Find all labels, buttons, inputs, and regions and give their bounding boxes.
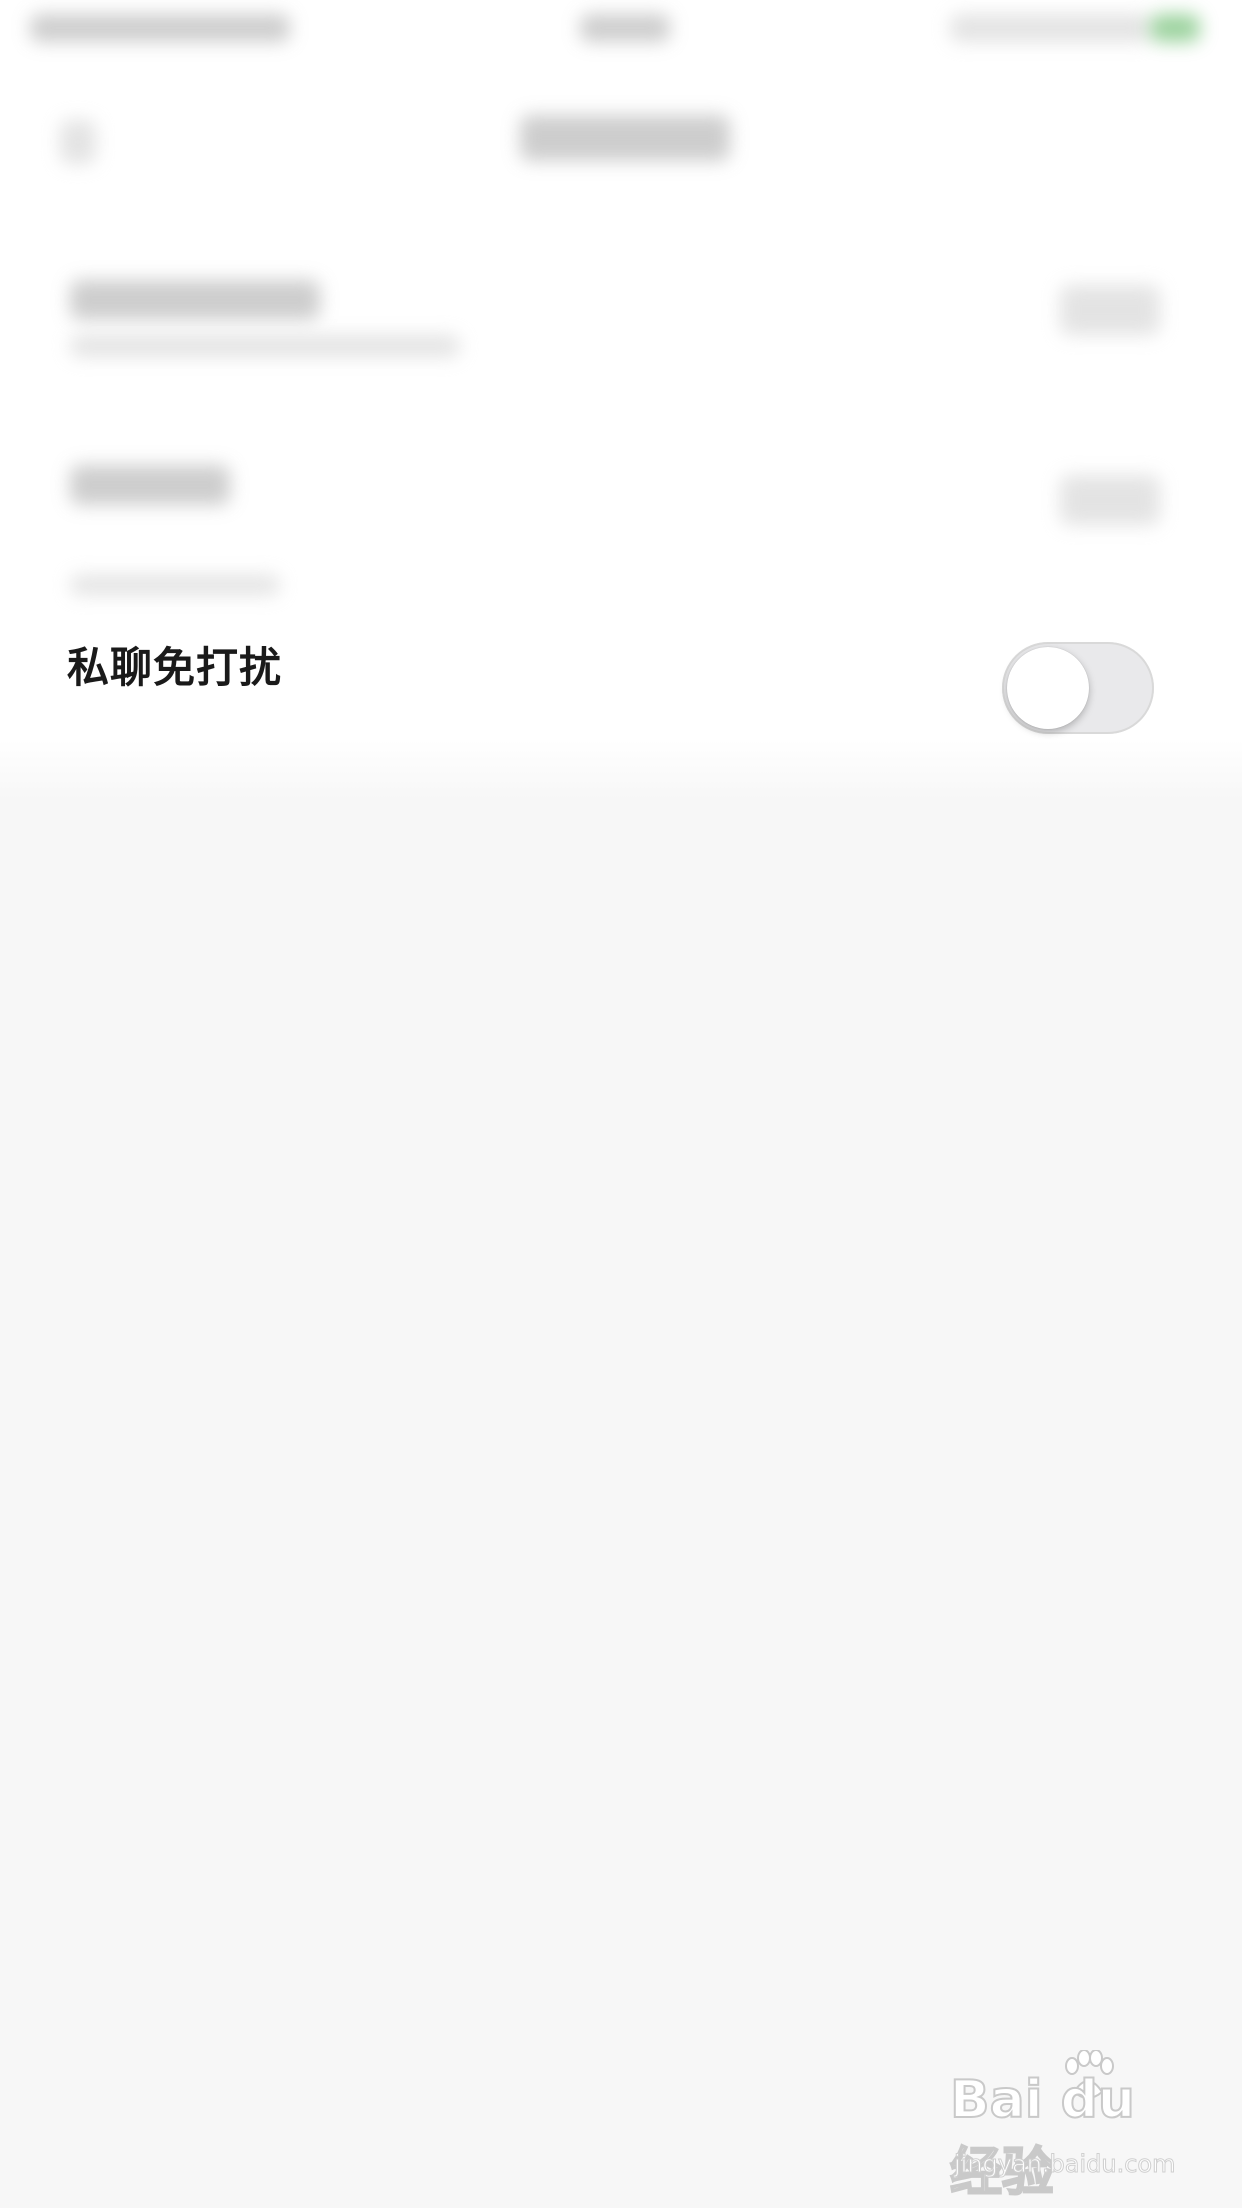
baidu-jingyan-watermark: Bai du 经验 jingyan.baidu.com: [949, 2050, 1180, 2204]
status-bar-carrier-blurred: [30, 14, 290, 42]
settings-panel: 私聊免打扰: [0, 0, 1242, 790]
setting-row-1-control-blurred[interactable]: [1060, 285, 1160, 335]
status-bar-right-blurred: [950, 14, 1150, 42]
watermark-logo: Bai du 经验: [949, 2069, 1136, 2204]
status-bar-time-blurred: [580, 14, 670, 42]
setting-row-2-control-blurred[interactable]: [1060, 475, 1160, 525]
setting-row-1-subtitle-blurred: [70, 335, 460, 357]
panel-divider: [0, 740, 1242, 800]
private-chat-dnd-toggle[interactable]: [1002, 642, 1154, 734]
setting-row-private-chat-dnd: 私聊免打扰: [0, 610, 1242, 734]
setting-label-private-chat-dnd: 私聊免打扰: [67, 643, 283, 692]
toggle-knob[interactable]: [1007, 647, 1089, 729]
watermark-url: jingyan.baidu.com: [953, 2150, 1176, 2179]
setting-row-2-subtitle-blurred: [70, 575, 280, 595]
setting-row-2-title-blurred: [70, 465, 230, 505]
back-icon[interactable]: [60, 120, 96, 164]
screen: 私聊免打扰 Bai du 经验 jingyan.baidu.com: [0, 0, 1242, 2208]
page-title-blurred: [520, 115, 730, 161]
setting-row-1-title-blurred: [70, 280, 320, 320]
battery-icon: [1150, 14, 1200, 42]
